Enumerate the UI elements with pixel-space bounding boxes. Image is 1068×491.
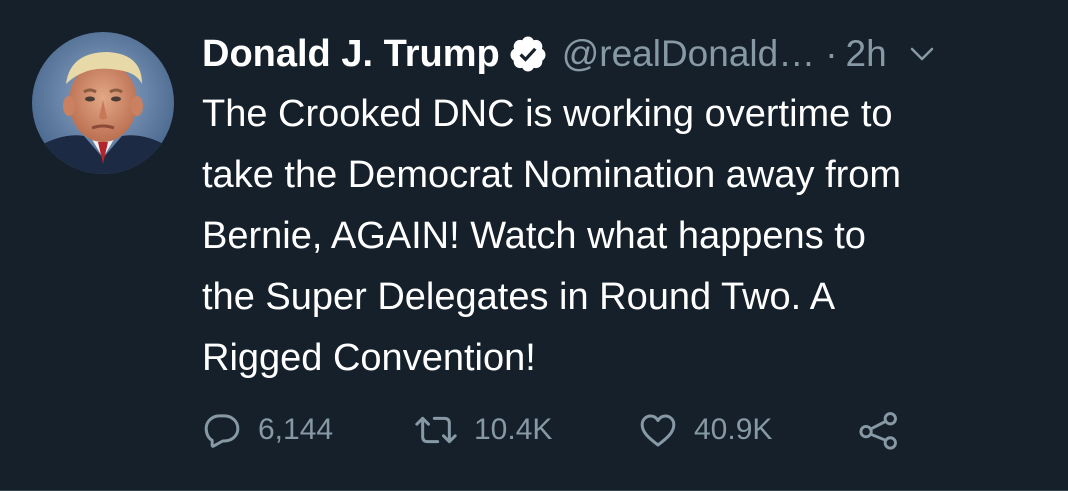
tweet-text: The Crooked DNC is working overtime to t… xyxy=(202,93,902,379)
like-count: 40.9K xyxy=(694,413,773,446)
author-avatar[interactable] xyxy=(32,32,174,174)
like-button[interactable]: 40.9K xyxy=(638,408,772,452)
reply-icon xyxy=(202,410,242,450)
retweet-icon xyxy=(414,410,458,450)
reply-button[interactable]: 6,144 xyxy=(202,408,333,452)
chevron-down-icon[interactable] xyxy=(907,39,937,69)
tweet[interactable]: Donald J. Trump @realDonald… · 2h The Cr… xyxy=(0,0,1068,491)
author-display-name[interactable]: Donald J. Trump xyxy=(202,33,500,76)
verified-badge-icon xyxy=(508,34,548,74)
heart-icon xyxy=(638,410,678,450)
share-button[interactable] xyxy=(858,408,900,452)
header-separator: · xyxy=(825,33,838,74)
tweet-header: Donald J. Trump @realDonald… · 2h xyxy=(202,26,937,82)
tweet-actions: 6,144 10.4K 40.9K xyxy=(202,408,942,452)
avatar-image xyxy=(32,32,174,174)
retweet-button[interactable]: 10.4K xyxy=(414,408,552,452)
retweet-count: 10.4K xyxy=(474,413,553,446)
share-icon xyxy=(858,410,900,450)
reply-count: 6,144 xyxy=(258,413,334,446)
author-handle[interactable]: @realDonald… xyxy=(562,33,816,75)
tweet-timestamp[interactable]: 2h xyxy=(846,33,887,75)
